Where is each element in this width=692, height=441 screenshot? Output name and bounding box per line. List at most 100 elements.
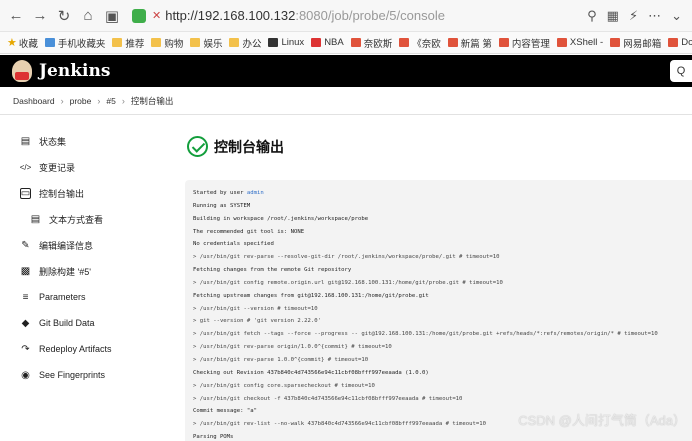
console-line: > /usr/bin/git checkout -f 437b840c4d743… (193, 395, 463, 402)
console-line: No credentials specified (193, 241, 274, 248)
bookmark-item[interactable]: 推荐 (112, 36, 144, 50)
bookmark-item[interactable]: 娱乐 (190, 36, 222, 50)
folder-icon (229, 38, 240, 47)
user-link[interactable]: admin (247, 190, 264, 196)
site-icon (610, 38, 621, 47)
bookmark-item[interactable]: 内容管理 (498, 36, 550, 50)
translate-icon[interactable]: ▦ (607, 8, 619, 24)
site-icon (556, 38, 567, 47)
bookmark-label: XShell - (569, 37, 604, 48)
file-icon: ▤ (30, 213, 41, 225)
back-icon[interactable]: ← (6, 6, 26, 26)
site-icon (350, 38, 361, 47)
sidebar-item[interactable]: ▤ 文本方式查看 (0, 206, 175, 232)
bookmark-item[interactable]: 《奈欧 (399, 36, 441, 50)
console-output: Started by user admin Running as SYSTEM B… (185, 180, 692, 441)
sidebar-item-label: 控制台输出 (39, 188, 85, 199)
bookmark-item[interactable]: 新篇 第 (447, 36, 492, 50)
sidebar-item[interactable]: </> 变更记录 (0, 154, 175, 180)
zoom-icon[interactable]: ⚲ (587, 8, 597, 24)
bookmark-label: 推荐 (125, 38, 145, 50)
sidebar-item[interactable]: ▭ 控制台输出 (0, 180, 175, 206)
site-icon (498, 38, 509, 47)
bookmark-label: Linux (281, 37, 305, 48)
reload-icon[interactable]: ↻ (54, 6, 74, 26)
url-text[interactable]: http://192.168.100.132:8080/job/probe/5/… (165, 8, 445, 23)
code-icon: </> (19, 162, 32, 172)
console-line: Building in workspace /root/.jenkins/wor… (193, 215, 369, 222)
bookmark-item[interactable]: 手机收藏夹 (44, 36, 105, 50)
folder-icon (190, 38, 201, 47)
bookmark-item[interactable]: ★ 收藏 (7, 36, 38, 50)
bookmark-label: Dock (681, 37, 692, 48)
address-bar[interactable]: ✕ http://192.168.100.132:8080/job/probe/… (132, 8, 587, 23)
bag-icon[interactable]: ▣ (102, 6, 122, 26)
sidebar-item[interactable]: ▩ 删除构建 '#5' (0, 258, 175, 284)
bookmark-label: NBA (324, 37, 344, 48)
console-line: Parsing POMs (193, 434, 234, 441)
sidebar-item-label: Parameters (39, 292, 86, 302)
breadcrumb: Dashboard › probe › #5 › 控制台输出 (0, 87, 692, 115)
sidebar-item-label: Git Build Data (39, 318, 95, 328)
nba-icon (311, 38, 322, 47)
redeploy-icon: ↷ (21, 343, 30, 355)
bookmark-label: 新篇 第 (460, 38, 492, 50)
breadcrumb-item[interactable]: 控制台输出 (131, 95, 174, 107)
bookmark-label: 收藏 (18, 38, 38, 50)
sidebar-item[interactable]: ▤ 状态集 (0, 128, 175, 154)
console-line: The recommended git tool is: NONE (193, 228, 305, 235)
bookmark-label: 《奈欧 (412, 38, 441, 50)
console-line: > /usr/bin/git fetch --tags --force --pr… (193, 331, 658, 338)
bookmark-label: 奈欧斯 (363, 38, 393, 50)
bookmark-item[interactable]: XShell - (556, 37, 604, 48)
console-line: > git --version # 'git version 2.22.0' (193, 318, 321, 325)
jenkins-logo-icon[interactable] (12, 60, 32, 82)
sidebar-item[interactable]: ≡ Parameters (0, 284, 175, 310)
browser-toolbar: ← → ↻ ⌂ ▣ ✕ http://192.168.100.132:8080/… (0, 0, 692, 32)
bolt-icon[interactable]: ⚡ (629, 8, 638, 24)
sidebar-item-label: 编辑编译信息 (39, 240, 94, 251)
star-icon: ★ (7, 37, 17, 49)
bookmark-item[interactable]: 购物 (151, 36, 183, 50)
chevron-down-icon[interactable]: ⌄ (671, 8, 682, 24)
sidebar-item[interactable]: ◆ Git Build Data (0, 310, 175, 336)
breadcrumb-item[interactable]: probe (70, 96, 92, 106)
fingerprint-icon: ◉ (21, 369, 30, 381)
sidebar-item[interactable]: ◉ See Fingerprints (0, 362, 175, 388)
bookmark-label: 网易邮箱 (623, 38, 662, 50)
forward-icon[interactable]: → (30, 6, 50, 26)
breadcrumb-item[interactable]: Dashboard (13, 96, 55, 106)
sidebar-item[interactable]: ✎ 编辑编译信息 (0, 232, 175, 258)
bookmark-label: 办公 (242, 38, 262, 50)
site-icon (447, 38, 458, 47)
bookmark-item[interactable]: 办公 (229, 36, 261, 50)
sidebar: ▤ 状态集 </> 变更记录 ▭ 控制台输出 ▤ 文本方式查看 ✎ 编辑编译信息 ▩ 删除构建 '#5… (0, 128, 175, 388)
page-title: 控制台输出 (214, 138, 284, 155)
app-title[interactable]: Jenkins (39, 61, 110, 81)
more-icon[interactable]: ⋯ (648, 8, 661, 24)
bookmark-item[interactable]: Dock (668, 37, 692, 48)
breadcrumb-item[interactable]: #5 (106, 96, 115, 106)
shield-icon (132, 8, 146, 23)
bookmark-item[interactable]: Linux (268, 37, 304, 48)
bookmark-item[interactable]: NBA (311, 37, 344, 48)
phone-icon (44, 38, 55, 47)
bookmark-label: 娱乐 (203, 38, 223, 50)
breadcrumb-separator: › (97, 95, 101, 106)
search-icon[interactable]: Q (670, 60, 692, 82)
linux-icon (268, 38, 279, 47)
console-line: > /usr/bin/git config core.sparsecheckou… (193, 382, 375, 389)
home-icon[interactable]: ⌂ (78, 6, 98, 26)
console-line: > /usr/bin/git config remote.origin.url … (193, 279, 503, 286)
site-icon (668, 38, 679, 47)
console-line: Started by user admin (193, 190, 264, 196)
sidebar-item[interactable]: ↷ Redeploy Artifacts (0, 336, 175, 362)
bookmark-item[interactable]: 奈欧斯 (350, 36, 393, 50)
success-check-icon (187, 136, 208, 157)
sidebar-item-label: 文本方式查看 (49, 214, 104, 225)
console-line: > /usr/bin/git rev-parse origin/1.0.0^{c… (193, 344, 392, 351)
bookmark-label: 内容管理 (511, 38, 550, 50)
trash-icon: ▩ (20, 265, 31, 277)
folder-icon (151, 38, 162, 47)
bookmark-item[interactable]: 网易邮箱 (610, 36, 661, 50)
